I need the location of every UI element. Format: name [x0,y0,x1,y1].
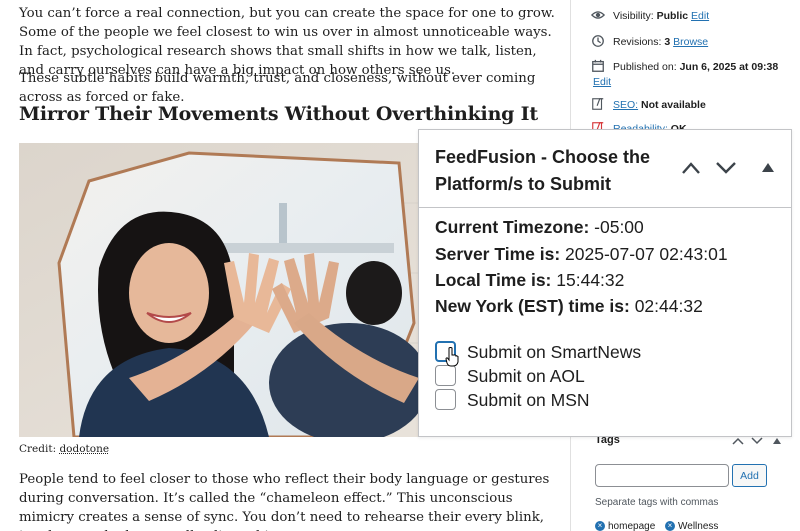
revisions-label: Revisions: [613,36,662,48]
move-up-button[interactable] [681,160,701,176]
ny-time-value: 02:44:32 [634,296,703,316]
timezone-line: Current Timezone: -05:00 [435,217,644,238]
feedfusion-panel-title[interactable]: FeedFusion - Choose the Platform/s to Su… [435,144,675,198]
chevron-up-icon [682,162,700,174]
revisions-browse-link[interactable]: Browse [673,36,708,48]
move-down-button[interactable] [715,160,737,176]
timezone-value: -05:00 [594,217,644,237]
tags-help-text: Separate tags with commas [595,497,719,508]
published-edit-row: Edit [593,76,611,88]
article-paragraph[interactable]: People tend to feel closer to those who … [19,470,559,531]
remove-tag-icon[interactable]: × [665,521,675,531]
add-tag-button[interactable]: Add [732,464,767,487]
tag-chip-label: homepage [608,521,656,531]
chevron-down-icon[interactable] [751,436,763,446]
seo-value: Not available [641,99,706,111]
tag-chip[interactable]: × Wellness [665,521,718,531]
published-edit-link[interactable]: Edit [593,76,611,88]
tag-chip-label: Wellness [678,521,719,531]
calendar-icon [592,59,604,72]
local-time-line: Local Time is: 15:44:32 [435,270,624,291]
server-time-line: Server Time is: 2025-07-07 02:43:01 [435,244,728,265]
local-time-label: Local Time is: [435,270,552,290]
chevron-up-icon[interactable] [732,436,744,446]
caption-credit-link[interactable]: dodotone [59,443,109,455]
history-icon [592,35,604,47]
tag-input[interactable] [595,464,729,487]
revisions-value: 3 [664,36,671,48]
published-row: Published on: Jun 6, 2025 at 09:38 [592,59,779,73]
chevron-down-icon [716,162,736,174]
server-time-label: Server Time is: [435,244,561,264]
visibility-value: Public [656,10,689,22]
feedfusion-panel-header[interactable]: FeedFusion - Choose the Platform/s to Su… [419,130,791,208]
hand-pointer-icon [445,347,459,367]
remove-tag-icon[interactable]: × [595,521,605,531]
visibility-label: Visibility: [613,10,654,22]
submit-aol-checkbox[interactable] [435,365,456,386]
collapse-triangle-icon[interactable] [772,437,782,445]
article-paragraph[interactable]: These subtle habits build warmth, trust,… [19,69,559,107]
submit-aol-label[interactable]: Submit on AOL [467,365,585,387]
toggle-panel-button[interactable] [761,161,775,173]
published-value: Jun 6, 2025 at 09:38 [679,61,779,73]
visibility-edit-link[interactable]: Edit [691,10,709,22]
submit-msn-label[interactable]: Submit on MSN [467,389,590,411]
timezone-label: Current Timezone: [435,217,590,237]
seo-row: SEO: Not available [592,98,706,111]
submit-smartnews-label[interactable]: Submit on SmartNews [467,341,641,363]
published-label: Published on: [613,61,677,73]
yoast-icon [592,98,604,110]
local-time-value: 15:44:32 [556,270,625,290]
visibility-row: Visibility: Public Edit [591,10,709,22]
image-caption: Credit: dodotone [19,443,109,455]
tag-chip[interactable]: × homepage [595,521,655,531]
seo-label[interactable]: SEO: [613,99,638,111]
eye-icon [591,11,605,19]
collapse-triangle-icon [762,163,774,172]
ny-time-line: New York (EST) time is: 02:44:32 [435,296,703,317]
caption-prefix: Credit: [19,443,60,455]
server-time-value: 2025-07-07 02:43:01 [565,244,728,264]
feedfusion-panel: FeedFusion - Choose the Platform/s to Su… [418,129,792,437]
revisions-row: Revisions: 3 Browse [592,35,708,48]
submit-msn-checkbox[interactable] [435,389,456,410]
article-heading[interactable]: Mirror Their Movements Without Overthink… [19,103,538,125]
ny-time-label: New York (EST) time is: [435,296,630,316]
